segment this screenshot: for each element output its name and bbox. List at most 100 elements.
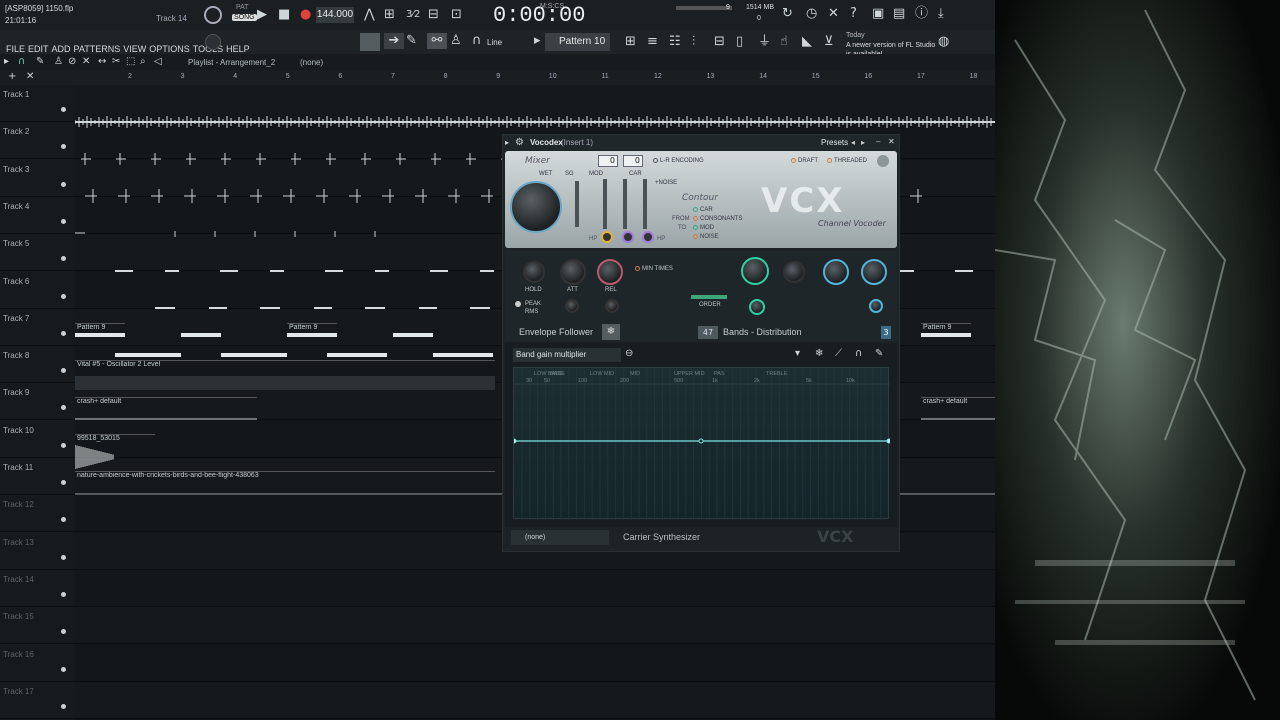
ruler-bar-7[interactable]: 7 (391, 73, 395, 80)
pitch-knob[interactable] (205, 34, 221, 50)
bands-right-value[interactable]: 3 (881, 326, 891, 339)
clip-audio-99518[interactable]: 99518_53015 (75, 434, 155, 446)
ruler-bar-8[interactable]: 8 (444, 73, 448, 80)
dropdown-band-icon[interactable]: ▾ (795, 346, 800, 362)
menu-options[interactable]: OPTIONS (149, 44, 190, 54)
link-band-icon[interactable]: ⊖ (625, 346, 633, 362)
peak-label[interactable]: PEAK (525, 301, 541, 307)
track-header[interactable]: Track 2 (0, 122, 75, 160)
playlist-button[interactable] (360, 33, 380, 51)
track-header[interactable]: Track 9 (0, 383, 75, 421)
info-icon[interactable]: ⓘ (915, 6, 928, 22)
contour-knob-a[interactable] (741, 257, 769, 285)
track-mute-dot[interactable] (61, 591, 66, 597)
freeze-band-icon[interactable]: ❄ (815, 346, 823, 362)
contour-consonants-option[interactable]: CONSONANTS (693, 216, 742, 222)
plugin-titlebar[interactable]: ▸ ⚙ Vocodex (Insert 1) Presets ◂ ▸ – ✕ (503, 135, 899, 150)
hp-knob-noise[interactable] (642, 231, 654, 243)
globe-icon[interactable]: ◍ (938, 34, 949, 50)
draft-toggle[interactable]: DRAFT (791, 158, 818, 164)
slip-tool-icon[interactable]: ↔ (98, 54, 106, 70)
track-header[interactable]: Track 13 (0, 533, 75, 570)
lr-encoding-toggle[interactable]: L-R ENCODING (653, 158, 704, 164)
playback-tool-icon[interactable]: ◁ (154, 54, 162, 70)
snowflake-icon[interactable]: ❄ (602, 324, 620, 340)
file-icon[interactable]: ▯ (736, 34, 743, 50)
export-icon[interactable]: ▤ (893, 6, 905, 22)
track-header[interactable]: Track 15 (0, 607, 75, 645)
menu-view[interactable]: VIEW (123, 44, 146, 54)
loop-record-icon[interactable]: ⊡ (451, 7, 462, 23)
contour-noise-option[interactable]: NOISE (693, 234, 719, 240)
record-icon[interactable]: ● (300, 7, 311, 23)
piano-roll-icon[interactable]: ⫶ (692, 34, 695, 50)
output-knob[interactable] (869, 299, 883, 313)
track-header[interactable]: Track 1 (0, 85, 75, 122)
menu-file[interactable]: FILE (6, 44, 25, 54)
track-mute-dot[interactable] (61, 442, 66, 448)
bands-count-field[interactable]: 47 (698, 326, 718, 339)
close-plugin-icon[interactable]: ✕ (888, 137, 895, 146)
refresh-icon[interactable]: ↻ (782, 6, 793, 22)
play-icon[interactable]: ▶ (257, 7, 267, 23)
ruler-bar-6[interactable]: 6 (338, 73, 342, 80)
contour-mod-option[interactable]: MOD (693, 225, 714, 231)
track-header[interactable]: Track 5 (0, 234, 75, 272)
next-preset-icon[interactable]: ▸ (861, 138, 865, 147)
track-mute-dot[interactable] (61, 181, 66, 187)
ruler-bar-14[interactable]: 14 (759, 73, 767, 80)
band-parameter-select[interactable]: Band gain multiplier (513, 348, 621, 362)
mute-tool-icon[interactable]: ✕ (82, 54, 90, 70)
add-track-icon[interactable]: + (8, 70, 16, 84)
ruler-bar-16[interactable]: 16 (864, 73, 872, 80)
track-mute-dot[interactable] (61, 330, 66, 336)
att-range-knob[interactable] (565, 299, 579, 313)
tempo-display[interactable]: 144.000 (316, 7, 354, 23)
mod-value-field[interactable]: 0 (598, 155, 618, 167)
help-icon[interactable]: ? (850, 6, 857, 22)
ruler-bar-11[interactable]: 11 (601, 73, 608, 80)
track-mute-dot[interactable] (61, 107, 66, 112)
minimize-icon[interactable]: – (876, 137, 880, 146)
track-mute-dot[interactable] (61, 703, 66, 709)
mod-fader[interactable] (603, 179, 607, 229)
options-dropdown-icon[interactable] (877, 155, 889, 167)
close-track-icon[interactable]: ✕ (26, 70, 34, 84)
master-volume-knob[interactable] (204, 6, 222, 24)
download-icon[interactable]: ⤓ (938, 6, 944, 22)
settings-gear-icon[interactable]: ⚙ (515, 135, 524, 150)
formant-knob[interactable] (823, 259, 849, 285)
ruler-bar-10[interactable]: 10 (549, 73, 557, 80)
presets-button[interactable]: Presets (821, 138, 848, 147)
threaded-toggle[interactable]: THREADED (827, 158, 867, 164)
clip-pattern-9-a[interactable]: Pattern 9 (75, 323, 125, 335)
clip-nature-ambience[interactable]: nature-ambience-with-crickets-birds-and-… (75, 471, 495, 483)
stamp-icon[interactable]: ♙ (450, 33, 462, 49)
magnet-snap-icon[interactable]: ∩ (18, 54, 25, 70)
track-mute-dot[interactable] (61, 517, 66, 523)
curve-band-icon[interactable]: ⟋ (835, 346, 842, 362)
zoom-tool-icon[interactable]: ⌕ (140, 54, 146, 70)
track-header[interactable]: Track 17 (0, 682, 75, 719)
track-header[interactable]: Track 16 (0, 645, 75, 682)
car-value-field[interactable]: 0 (623, 155, 643, 167)
track-mute-dot[interactable] (61, 293, 66, 299)
ruler-bar-2[interactable]: 2 (128, 73, 132, 80)
metronome-icon[interactable]: ⋀ (364, 7, 375, 23)
track-header[interactable]: Track 10 (0, 421, 75, 458)
track-mute-dot[interactable] (61, 405, 66, 411)
track-header[interactable]: Track 12 (0, 495, 75, 533)
track-mute-dot[interactable] (61, 554, 66, 560)
playlist-pattern-select[interactable]: (none) (300, 58, 323, 67)
plugin-icon[interactable]: ⏚ (758, 34, 771, 50)
pat-mode-label[interactable]: PAT (236, 4, 249, 11)
mic-off-icon[interactable]: ✕ (828, 6, 839, 22)
rel-knob[interactable] (597, 259, 623, 285)
sg-fader[interactable] (575, 181, 579, 227)
track-header[interactable]: Track 4 (0, 197, 75, 234)
order-knob[interactable] (749, 299, 765, 315)
track-mute-dot[interactable] (61, 218, 66, 224)
touch-icon[interactable]: ☝ (780, 34, 788, 50)
countdown-icon[interactable]: 3⁄2 (406, 7, 420, 23)
wait-icon[interactable]: ⊞ (384, 7, 395, 23)
